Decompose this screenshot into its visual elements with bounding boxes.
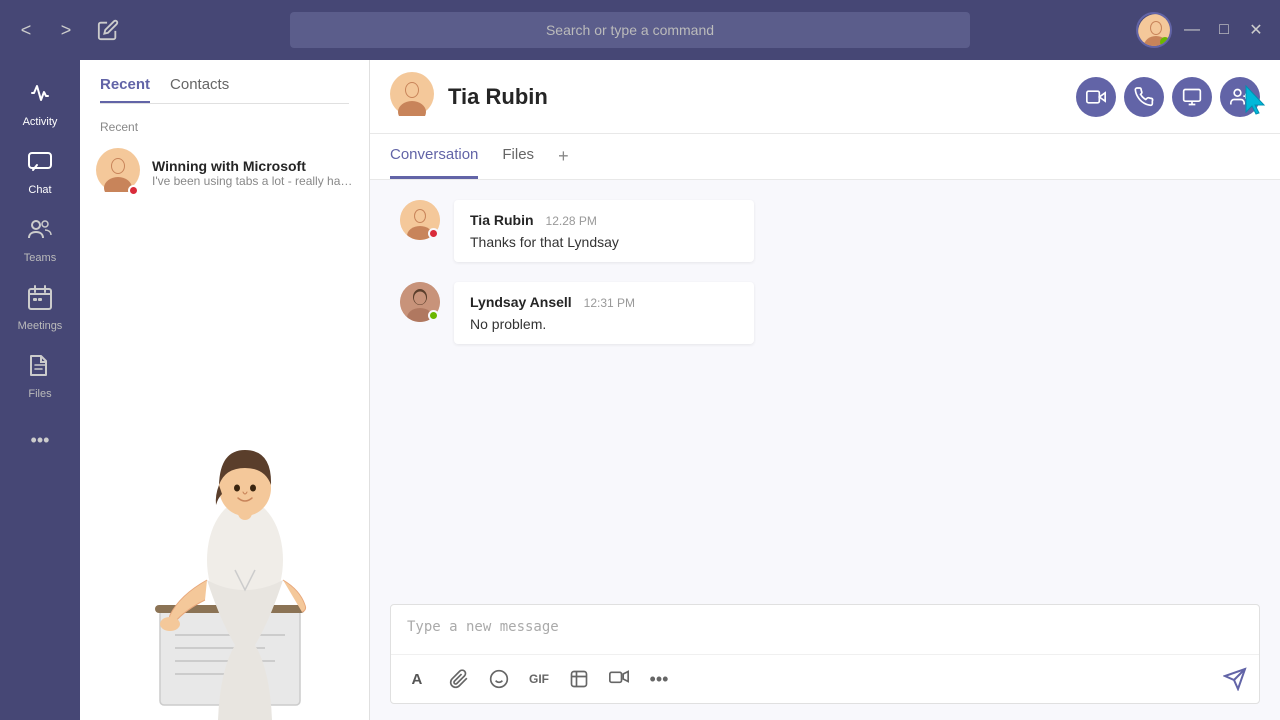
illustration-area — [80, 380, 370, 720]
activity-icon — [27, 80, 53, 112]
minimize-button[interactable]: — — [1180, 18, 1204, 42]
attach-button[interactable] — [443, 663, 475, 695]
chat-tabs: Recent Contacts — [100, 76, 349, 103]
message-row: Lyndsay Ansell 12:31 PM No problem. — [400, 282, 1250, 344]
sidebar-more-label: ••• — [31, 430, 50, 451]
search-input[interactable] — [290, 12, 970, 48]
titlebar-left: < > — [12, 14, 124, 46]
audio-call-button[interactable] — [1124, 77, 1164, 117]
main-layout: Activity Chat Teams — [0, 60, 1280, 720]
chat-main: Tia Rubin — [370, 60, 1280, 720]
files-icon — [27, 352, 53, 384]
sidebar-label-teams: Teams — [24, 252, 56, 264]
sidebar-item-activity[interactable]: Activity — [0, 70, 80, 138]
message-time: 12:31 PM — [584, 296, 635, 310]
message-meta: Tia Rubin 12.28 PM — [470, 212, 738, 228]
list-item[interactable]: Winning with Microsoft I've been using t… — [80, 138, 369, 207]
user-avatar[interactable] — [1136, 12, 1172, 48]
sidebar: Activity Chat Teams — [0, 60, 80, 720]
message-input-area: A GIF — [390, 604, 1260, 704]
add-person-button[interactable] — [1220, 77, 1260, 117]
recent-label: Recent — [80, 112, 369, 138]
titlebar-right: — □ ✕ — [1136, 12, 1268, 48]
more-options-button[interactable]: ••• — [643, 663, 675, 695]
gif-button[interactable]: GIF — [523, 663, 555, 695]
compose-button[interactable] — [92, 14, 124, 46]
sidebar-label-chat: Chat — [28, 184, 51, 196]
title-bar: < > — □ ✕ — [0, 0, 1280, 60]
message-avatar-tia — [400, 200, 440, 240]
tab-conversation[interactable]: Conversation — [390, 134, 478, 179]
status-dot — [428, 228, 439, 239]
chat-item-preview: I've been using tabs a lot - really hand… — [152, 174, 353, 188]
chat-header-actions — [1076, 77, 1260, 117]
tab-add-button[interactable]: + — [558, 134, 569, 179]
send-button[interactable] — [1223, 667, 1247, 691]
chat-tabs-bar: Conversation Files + — [370, 134, 1280, 180]
sidebar-label-meetings: Meetings — [18, 320, 63, 332]
tab-underline — [100, 103, 349, 104]
message-meta: Lyndsay Ansell 12:31 PM — [470, 294, 738, 310]
chat-header-left: Tia Rubin — [390, 72, 548, 121]
messages-area: Tia Rubin 12.28 PM Thanks for that Lynds… — [370, 180, 1280, 604]
chat-item-info: Winning with Microsoft I've been using t… — [152, 158, 353, 188]
sidebar-item-files[interactable]: Files — [0, 342, 80, 410]
chat-icon — [27, 148, 53, 180]
message-bubble: Tia Rubin 12.28 PM Thanks for that Lynds… — [454, 200, 754, 262]
format-button[interactable]: A — [403, 663, 435, 695]
maximize-button[interactable]: □ — [1212, 18, 1236, 42]
chat-item-avatar — [96, 148, 140, 197]
sticker-button[interactable] — [563, 663, 595, 695]
chat-header: Tia Rubin — [370, 60, 1280, 134]
message-bubble: Lyndsay Ansell 12:31 PM No problem. — [454, 282, 754, 344]
tab-recent[interactable]: Recent — [100, 76, 150, 103]
back-button[interactable]: < — [12, 16, 40, 44]
message-sender: Tia Rubin — [470, 212, 534, 228]
tab-files[interactable]: Files — [502, 134, 534, 179]
meet-now-button[interactable] — [603, 663, 635, 695]
sidebar-item-more[interactable]: ••• — [0, 420, 80, 461]
video-call-button[interactable] — [1076, 77, 1116, 117]
message-toolbar: A GIF — [391, 654, 1259, 703]
status-dot-red — [128, 185, 139, 196]
meetings-icon — [27, 284, 53, 316]
chat-item-name: Winning with Microsoft — [152, 158, 353, 174]
message-time: 12.28 PM — [546, 214, 597, 228]
message-row: Tia Rubin 12.28 PM Thanks for that Lynds… — [400, 200, 1250, 262]
chat-contact-avatar — [390, 72, 434, 121]
chat-list-header: Recent Contacts — [80, 60, 369, 112]
tab-contacts[interactable]: Contacts — [170, 76, 229, 103]
svg-text:A: A — [412, 671, 423, 688]
message-input[interactable] — [391, 605, 1259, 649]
close-button[interactable]: ✕ — [1244, 18, 1268, 42]
chat-list-panel: Recent Contacts Recent Winning with Micr… — [80, 60, 370, 720]
status-dot — [428, 310, 439, 321]
more-dots: ••• — [650, 669, 669, 690]
teams-icon — [27, 216, 53, 248]
emoji-button[interactable] — [483, 663, 515, 695]
message-text: Thanks for that Lyndsay — [470, 234, 738, 250]
sidebar-item-chat[interactable]: Chat — [0, 138, 80, 206]
sidebar-item-meetings[interactable]: Meetings — [0, 274, 80, 342]
message-text: No problem. — [470, 316, 738, 332]
chat-contact-name: Tia Rubin — [448, 84, 548, 110]
sidebar-label-files: Files — [28, 388, 51, 400]
sidebar-label-activity: Activity — [23, 116, 58, 128]
message-sender: Lyndsay Ansell — [470, 294, 572, 310]
sidebar-item-teams[interactable]: Teams — [0, 206, 80, 274]
forward-button[interactable]: > — [52, 16, 80, 44]
share-screen-button[interactable] — [1172, 77, 1212, 117]
message-avatar-lyndsay — [400, 282, 440, 322]
